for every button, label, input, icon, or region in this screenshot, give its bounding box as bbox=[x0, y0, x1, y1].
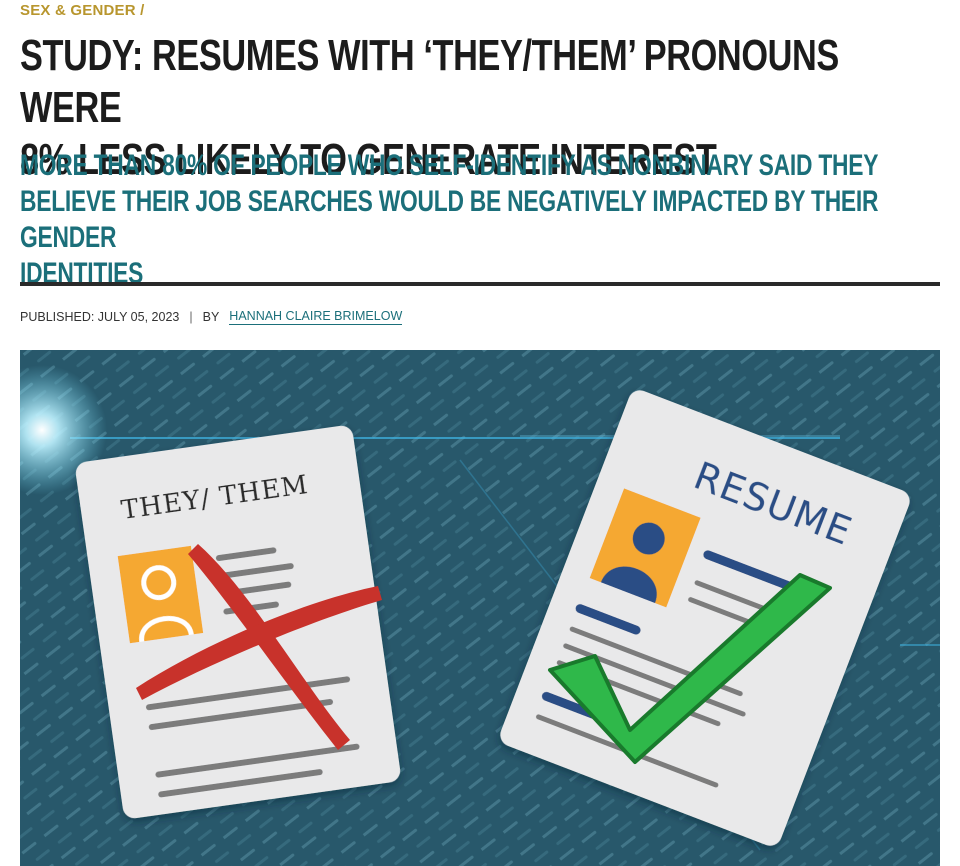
headline-line-1: STUDY: RESUMES WITH ‘THEY/THEM’ PRONOUNS… bbox=[20, 31, 839, 132]
published-date: PUBLISHED: JULY 05, 2023 bbox=[20, 310, 180, 324]
divider-rule bbox=[20, 282, 940, 286]
left-photo-person-icon bbox=[117, 545, 204, 644]
hero-image: THEY/ THEM RESUME bbox=[20, 350, 940, 866]
category-link[interactable]: SEX & GENDER / bbox=[20, 2, 145, 19]
category-breadcrumb[interactable]: SEX & GENDER / bbox=[20, 2, 145, 19]
left-resume-document: THEY/ THEM bbox=[75, 425, 401, 819]
by-label: BY bbox=[202, 310, 220, 324]
author-link[interactable]: HANNAH CLAIRE BRIMELOW bbox=[229, 309, 403, 325]
byline: PUBLISHED: JULY 05, 2023 | BY HANNAH CLA… bbox=[20, 309, 403, 325]
article-subheadline: MORE THAN 80% OF PEOPLE WHO SELF-IDENTIF… bbox=[20, 148, 955, 292]
subhead-line-2: BELIEVE THEIR JOB SEARCHES WOULD BE NEGA… bbox=[20, 185, 879, 254]
byline-separator: | bbox=[189, 310, 193, 324]
subhead-line-1: MORE THAN 80% OF PEOPLE WHO SELF-IDENTIF… bbox=[20, 149, 879, 182]
